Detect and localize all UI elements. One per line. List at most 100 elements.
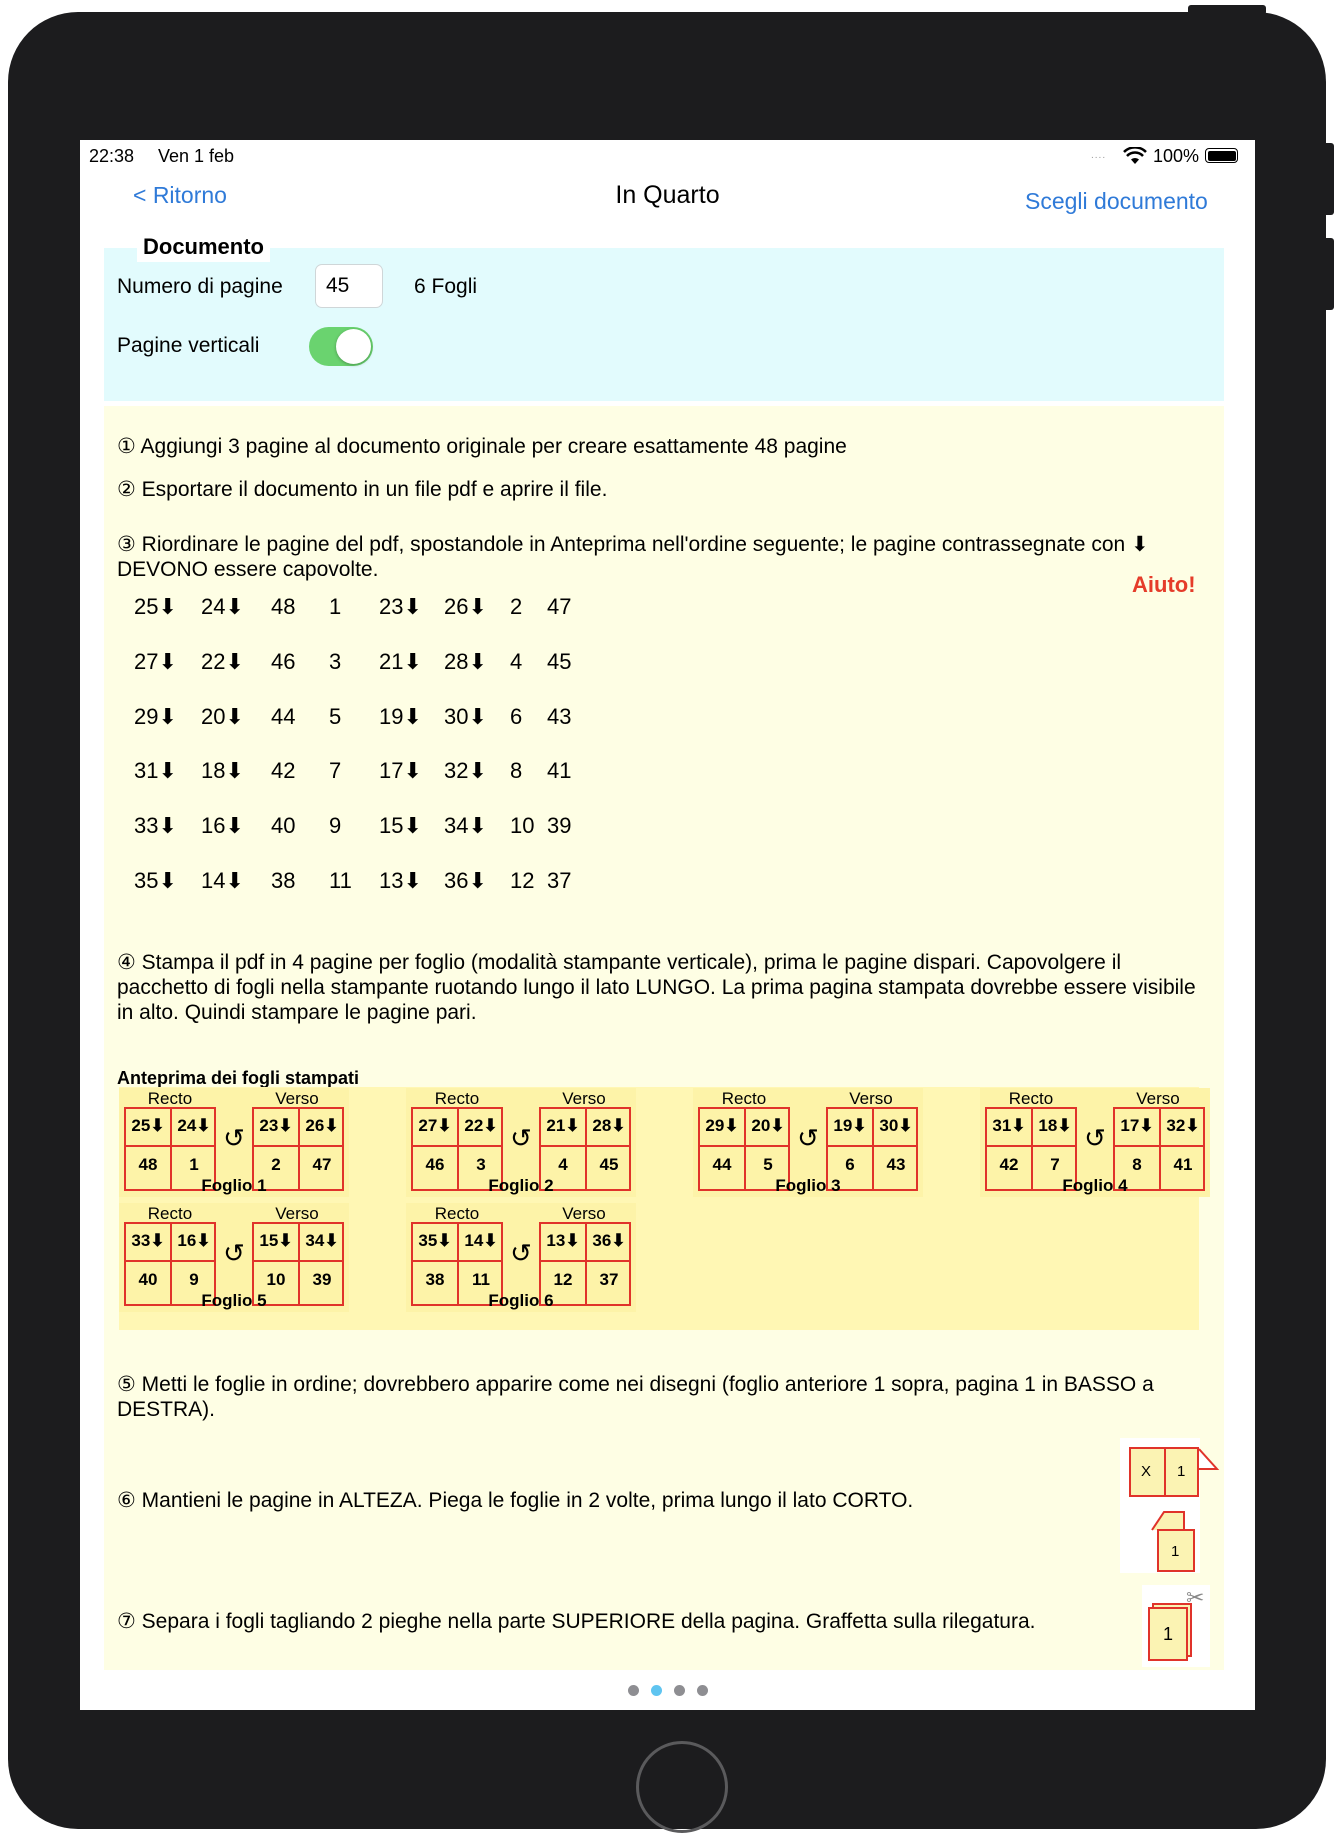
page-order-cell: 30⬇︎ xyxy=(444,704,487,729)
page-order-cell: 44 xyxy=(271,704,296,729)
recto-label: Recto xyxy=(721,1089,767,1108)
page-order-cell: 20⬇︎ xyxy=(201,704,244,729)
page-order-cell: 6 xyxy=(510,704,523,729)
step-2: ② Esportare il documento in un file pdf … xyxy=(117,478,608,501)
page-order-cell: 25⬇︎ xyxy=(134,594,177,619)
app-screen: 22:38 Ven 1 feb .... 100% < Ritorno In Q… xyxy=(80,140,1255,1710)
verso-page: 12 xyxy=(553,1270,573,1289)
recto-label: Recto xyxy=(147,1089,193,1108)
page-order-cell: 2 xyxy=(510,594,523,619)
document-heading: Documento xyxy=(137,234,270,262)
page-order-cell: 9 xyxy=(329,813,342,838)
vertical-pages-toggle[interactable] xyxy=(309,327,373,366)
page-order-cell: 40 xyxy=(271,813,296,838)
pages-count-input[interactable]: 45 xyxy=(315,264,383,308)
printed-sheet: Recto Verso 29⬇︎ 20⬇︎ 44 5 19⬇︎ 30⬇︎ 6 43 ↺ Foglio … xyxy=(693,1088,923,1197)
verso-page: 43 xyxy=(886,1155,906,1174)
sheet-name: Foglio 4 xyxy=(1062,1176,1128,1195)
verso-page: 4 xyxy=(558,1155,568,1174)
verso-page: 15⬇︎ xyxy=(259,1231,293,1250)
status-date: Ven 1 feb xyxy=(158,146,235,166)
folded-label: 1 xyxy=(1171,1543,1180,1560)
choose-document-button[interactable]: Scegli documento xyxy=(1025,188,1208,215)
page-dot-2[interactable] xyxy=(650,1685,662,1696)
recto-page: 18⬇︎ xyxy=(1038,1116,1072,1135)
signal-icon: .... xyxy=(1091,150,1107,161)
page-order-cell: 26⬇︎ xyxy=(444,594,487,619)
page-order-cell: 39 xyxy=(547,813,572,838)
recto-page: 46 xyxy=(425,1155,445,1174)
page-order-cell: 34⬇︎ xyxy=(444,813,487,838)
page-order-cell: 35⬇︎ xyxy=(134,868,177,893)
home-button[interactable] xyxy=(636,1741,728,1833)
recto-page: 35⬇︎ xyxy=(418,1231,452,1250)
power-button xyxy=(1188,5,1266,15)
fold-label-right: 1 xyxy=(1177,1463,1186,1480)
verso-page: 23⬇︎ xyxy=(259,1116,293,1135)
verso-label: Verso xyxy=(562,1089,606,1108)
help-button[interactable]: Aiuto! xyxy=(1132,572,1196,598)
verso-page: 36⬇︎ xyxy=(592,1231,626,1250)
recto-page: 48 xyxy=(138,1155,158,1174)
step-4: ④ Stampa il pdf in 4 pagine per foglio (… xyxy=(117,951,1196,1024)
step-3: ③ Riordinare le pagine del pdf, spostand… xyxy=(117,533,1149,581)
fold-illustration: X 1 1 xyxy=(1120,1438,1220,1573)
page-order-cell: 5 xyxy=(329,704,342,729)
step-1: ① Aggiungi 3 pagine al documento origina… xyxy=(117,435,847,458)
rotate-icon: ↺ xyxy=(510,1123,532,1153)
page-order-cell: 21⬇︎ xyxy=(379,649,422,674)
recto-page: 44 xyxy=(712,1155,732,1174)
page-order-cell: 28⬇︎ xyxy=(444,649,487,674)
cut-page-label: 1 xyxy=(1163,1624,1174,1644)
wifi-icon xyxy=(1123,147,1147,164)
recto-label: Recto xyxy=(147,1204,193,1223)
recto-page: 33⬇︎ xyxy=(131,1231,165,1250)
recto-page: 42 xyxy=(999,1155,1019,1174)
recto-page: 38 xyxy=(425,1270,445,1289)
recto-page: 11 xyxy=(472,1270,490,1289)
verso-label: Verso xyxy=(562,1204,606,1223)
page-order-cell: 29⬇︎ xyxy=(134,704,177,729)
preview-title: Anteprima dei fogli stampati xyxy=(117,1068,360,1088)
page-indicator[interactable] xyxy=(80,1683,1255,1701)
battery-percent: 100% xyxy=(1153,146,1200,166)
verso-label: Verso xyxy=(1136,1089,1180,1108)
verso-page: 47 xyxy=(312,1155,332,1174)
page-order-cell: 10 xyxy=(510,813,535,838)
page-dot-1[interactable] xyxy=(627,1685,639,1696)
recto-page: 1 xyxy=(189,1155,199,1174)
page-order-cell: 43 xyxy=(547,704,572,729)
recto-page: 5 xyxy=(763,1155,773,1174)
page-order-cell: 11 xyxy=(329,868,352,893)
page-order-cell: 41 xyxy=(547,758,572,783)
volume-up-button xyxy=(1322,143,1334,215)
page-order-cell: 46 xyxy=(271,649,296,674)
recto-page: 25⬇︎ xyxy=(131,1116,165,1135)
recto-label: Recto xyxy=(1008,1089,1054,1108)
verso-page: 32⬇︎ xyxy=(1166,1116,1200,1135)
recto-page: 40 xyxy=(138,1270,158,1289)
verso-label: Verso xyxy=(275,1089,319,1108)
battery-icon xyxy=(1205,148,1238,163)
verso-page: 41 xyxy=(1173,1155,1193,1174)
page-order-cell: 22⬇︎ xyxy=(201,649,244,674)
recto-page: 31⬇︎ xyxy=(992,1116,1026,1135)
verso-page: 17⬇︎ xyxy=(1120,1116,1154,1135)
page-dot-4[interactable] xyxy=(696,1685,708,1696)
cut-illustration: 1 ✂ xyxy=(1142,1585,1210,1667)
page-order-cell: 8 xyxy=(510,758,523,783)
document-panel xyxy=(104,248,1224,401)
verso-page: 8 xyxy=(1132,1155,1142,1174)
pages-count-label: Numero di pagine xyxy=(117,275,283,298)
recto-label: Recto xyxy=(434,1089,480,1108)
toggle-knob xyxy=(336,329,371,364)
page-order-cell: 45 xyxy=(547,649,572,674)
verso-page: 45 xyxy=(599,1155,619,1174)
page-order-cell: 1 xyxy=(329,594,342,619)
sheet-name: Foglio 6 xyxy=(488,1291,554,1310)
page-dot-3[interactable] xyxy=(673,1685,685,1696)
verso-page: 30⬇︎ xyxy=(879,1116,913,1135)
page-order-cell: 15⬇︎ xyxy=(379,813,422,838)
page-order-cell: 33⬇︎ xyxy=(134,813,177,838)
fold-sheet: X 1 xyxy=(1129,1447,1199,1497)
